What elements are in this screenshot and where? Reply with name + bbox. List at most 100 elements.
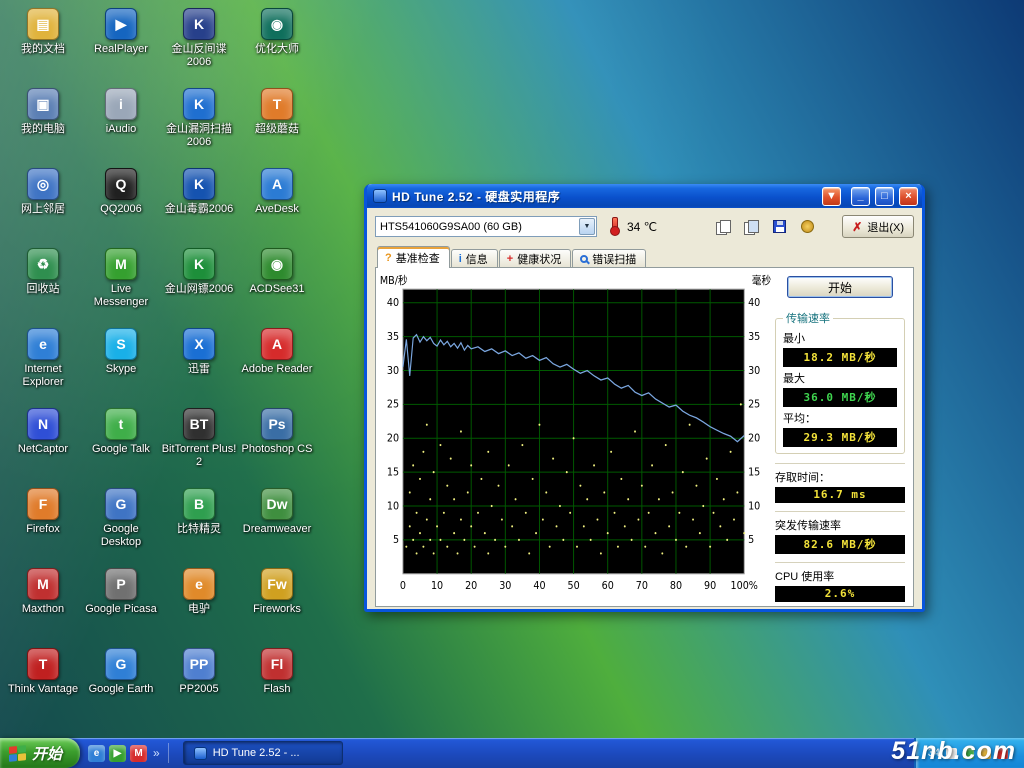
window-title: HD Tune 2.52 - 硬盘实用程序 <box>392 188 817 205</box>
desktop-icon[interactable]: BTBitTorrent Plus! 2 <box>160 404 238 484</box>
desktop-icon-label: QQ2006 <box>100 203 142 216</box>
desktop-icon[interactable]: SSkype <box>82 324 160 404</box>
desktop-icon[interactable]: ◎网上邻居 <box>4 164 82 244</box>
svg-text:MB/秒: MB/秒 <box>380 274 408 287</box>
desktop-icon[interactable]: MMaxthon <box>4 564 82 644</box>
desktop-icon[interactable]: DwDreamweaver <box>238 484 316 564</box>
desktop-icon[interactable]: T超级蘑菇 <box>238 84 316 164</box>
desktop-icon[interactable]: PPPP2005 <box>160 644 238 724</box>
desktop-icon[interactable]: FFirefox <box>4 484 82 564</box>
svg-text:70: 70 <box>636 579 648 592</box>
svg-text:20: 20 <box>465 579 477 592</box>
save-screenshot-button[interactable] <box>767 215 792 238</box>
svg-text:25: 25 <box>387 398 399 411</box>
desktop-icon[interactable]: NNetCaptor <box>4 404 82 484</box>
app-icon: M <box>105 248 137 280</box>
desktop-icon-label: Photoshop CS <box>242 443 313 456</box>
quick-launch: e▶M » <box>80 738 179 768</box>
desktop-icon[interactable]: B比特精灵 <box>160 484 238 564</box>
tab-health[interactable]: + 健康状况 <box>499 249 571 268</box>
desktop-icon[interactable]: ♻回收站 <box>4 244 82 324</box>
desktop-icon[interactable]: iiAudio <box>82 84 160 164</box>
tab-label: 错误扫描 <box>592 251 636 267</box>
start-button[interactable]: 开始 <box>0 738 80 768</box>
min-value: 18.2 MB/秒 <box>783 348 897 367</box>
desktop-icon[interactable]: GGoogle Earth <box>82 644 160 724</box>
svg-text:10: 10 <box>387 500 399 513</box>
hdtune-app-icon <box>373 189 387 203</box>
tab-benchmark[interactable]: ?基准检查 <box>377 246 450 268</box>
exit-button[interactable]: ✗ 退出(X) <box>842 215 914 238</box>
quick-launch-chevron[interactable]: » <box>151 746 162 760</box>
desktop-icon[interactable]: eInternet Explorer <box>4 324 82 404</box>
window-titlebar[interactable]: HD Tune 2.52 - 硬盘实用程序 ▼ _ □ × <box>367 184 922 208</box>
desktop-icon[interactable]: AAveDesk <box>238 164 316 244</box>
desktop-icon[interactable]: e电驴 <box>160 564 238 644</box>
toolbar-row: HTS541060G9SA00 (60 GB) ▼ 34 ℃ ✗ 退出(X) <box>375 215 914 238</box>
floppy-disk-icon <box>773 220 786 233</box>
desktop-icon[interactable]: ▤我的文档 <box>4 4 82 84</box>
chevron-down-icon[interactable]: ▼ <box>579 218 595 235</box>
svg-text:30: 30 <box>748 364 760 377</box>
desktop-icon[interactable]: FwFireworks <box>238 564 316 644</box>
desktop-icon[interactable]: K金山漏洞扫描2006 <box>160 84 238 164</box>
desktop-icon[interactable]: GGoogle Desktop <box>82 484 160 564</box>
desktop-icon[interactable]: ◉优化大师 <box>238 4 316 84</box>
cpu-usage-label: CPU 使用率 <box>775 568 905 584</box>
app-icon: M <box>27 568 59 600</box>
desktop-icon-label: 网上邻居 <box>21 203 65 216</box>
desktop-icon[interactable]: FlFlash <box>238 644 316 724</box>
desktop-icon[interactable]: X迅雷 <box>160 324 238 404</box>
health-icon: + <box>507 253 513 265</box>
desktop-icon[interactable]: PsPhotoshop CS <box>238 404 316 484</box>
start-benchmark-button[interactable]: 开始 <box>787 276 893 298</box>
desktop-icon-label: Adobe Reader <box>242 363 313 376</box>
desktop-icon[interactable]: ▶RealPlayer <box>82 4 160 84</box>
close-button[interactable]: × <box>899 187 918 206</box>
app-icon: P <box>105 568 137 600</box>
tab-scan[interactable]: 错误扫描 <box>572 249 646 268</box>
divider <box>775 511 905 513</box>
drive-select[interactable]: HTS541060G9SA00 (60 GB) ▼ <box>375 216 597 237</box>
desktop-icon-label: RealPlayer <box>94 43 148 56</box>
benchmark-side-panel: 开始 传输速率 最小 18.2 MB/秒 最大 36.0 MB/秒 平均： 29… <box>773 274 909 602</box>
desktop-icon[interactable]: K金山毒霸2006 <box>160 164 238 244</box>
options-button[interactable] <box>795 215 820 238</box>
desktop-icon-label: Google Picasa <box>85 603 157 616</box>
access-time-value: 16.7 ms <box>775 487 905 503</box>
app-icon: G <box>105 648 137 680</box>
desktop-icon[interactable]: ◉ACDSee31 <box>238 244 316 324</box>
desktop-icon[interactable]: AAdobe Reader <box>238 324 316 404</box>
maximize-button[interactable]: □ <box>875 187 894 206</box>
desktop-icon[interactable]: K金山网镖2006 <box>160 244 238 324</box>
desktop-icon[interactable]: K金山反间谍2006 <box>160 4 238 84</box>
desktop-icon[interactable]: P Google Picasa <box>82 564 160 644</box>
desktop-icon[interactable]: ▣我的电脑 <box>4 84 82 164</box>
benchmark-tab-page: 5510101515202025253030353540400102030405… <box>375 267 914 607</box>
messenger-icon[interactable]: M <box>130 745 147 762</box>
ontop-arrow-button[interactable]: ▼ <box>822 187 841 206</box>
svg-text:30: 30 <box>499 579 511 592</box>
media-player-icon[interactable]: ▶ <box>109 745 126 762</box>
tab-label: 健康状况 <box>517 251 561 267</box>
app-icon: Dw <box>261 488 293 520</box>
desktop-icon[interactable]: MLive Messenger <box>82 244 160 324</box>
copy-text-button[interactable] <box>711 215 736 238</box>
desktop-icon-label: 金山漏洞扫描2006 <box>161 123 237 148</box>
exit-x-icon: ✗ <box>852 220 862 234</box>
start-button-label: 开始 <box>32 743 62 764</box>
desktop-icon[interactable]: tGoogle Talk <box>82 404 160 484</box>
svg-text:15: 15 <box>748 466 760 479</box>
desktop-icon[interactable]: TThink Vantage <box>4 644 82 724</box>
tab-label: 信息 <box>466 251 488 267</box>
desktop-icon[interactable]: QQQ2006 <box>82 164 160 244</box>
copy-image-button[interactable] <box>739 215 764 238</box>
app-icon: Fw <box>261 568 293 600</box>
app-icon: e <box>27 328 59 360</box>
max-value: 36.0 MB/秒 <box>783 388 897 407</box>
minimize-button[interactable]: _ <box>851 187 870 206</box>
taskbar-task-hdtune[interactable]: HD Tune 2.52 - ... <box>183 741 343 765</box>
ie-icon[interactable]: e <box>88 745 105 762</box>
tab-info[interactable]: i信息 <box>451 249 498 268</box>
app-icon: e <box>183 568 215 600</box>
